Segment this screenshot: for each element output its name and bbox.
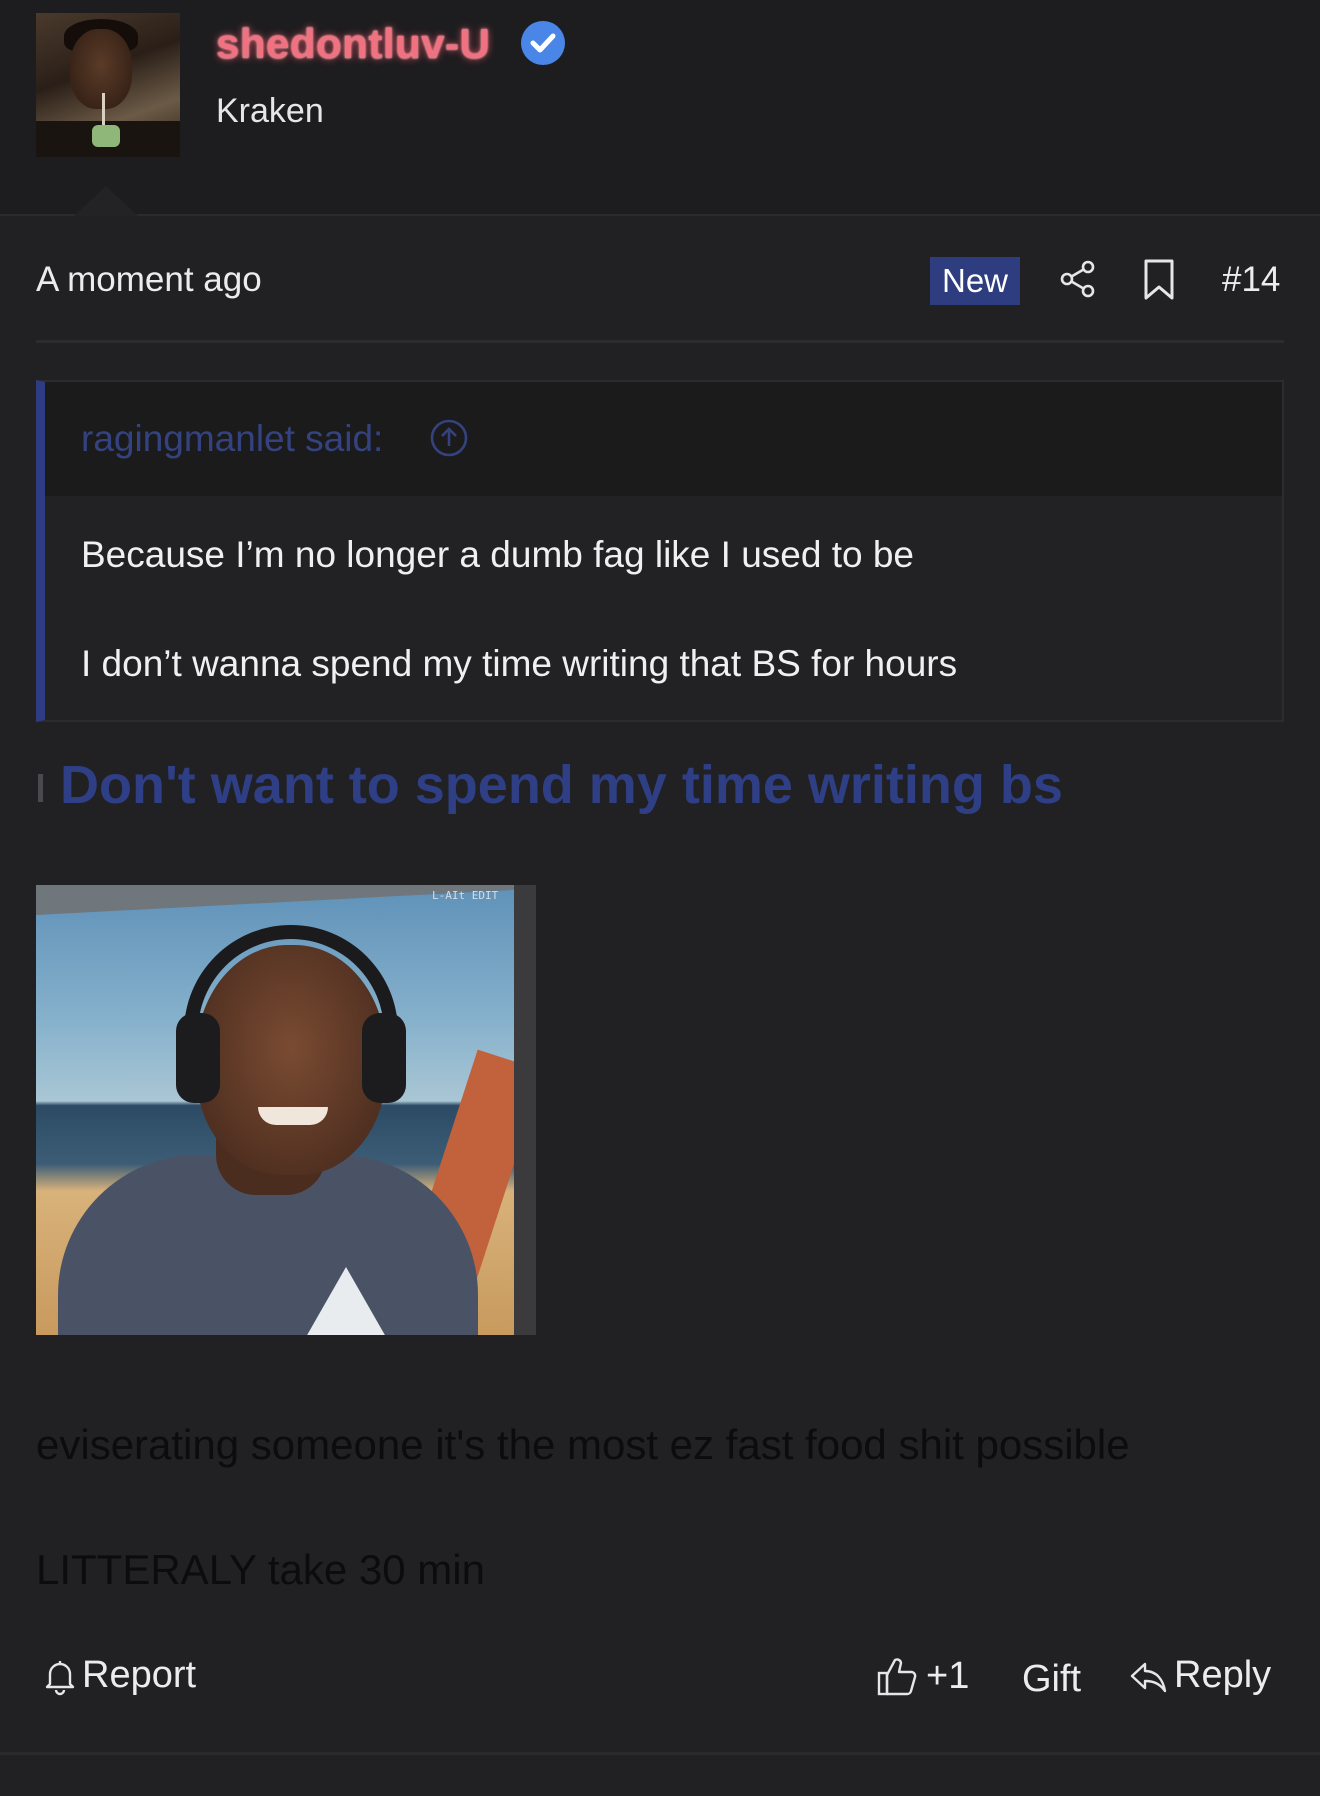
gif-post	[514, 885, 536, 1335]
reaction-gif-image[interactable]: L-AIt EDIT	[36, 885, 536, 1335]
verified-badge-icon	[521, 21, 565, 65]
gif-headphone-right	[362, 1013, 406, 1103]
gift-button[interactable]: Gift	[1022, 1654, 1081, 1704]
reply-label: Reply	[1174, 1654, 1272, 1696]
report-label: Report	[82, 1654, 197, 1696]
post-headline: Don't want to spend my time writing bs	[60, 755, 1063, 815]
reply-arrow-icon	[1130, 1662, 1167, 1692]
gif-smile	[258, 1107, 328, 1125]
post-actions: +1 Gift Reply	[872, 1654, 1292, 1704]
post-number-link[interactable]: #14	[1222, 260, 1280, 300]
user-header: shedontluv-U Kraken	[0, 0, 1320, 216]
bookmark-icon[interactable]	[1142, 258, 1176, 302]
quote-header: ragingmanlet said:	[45, 382, 1282, 496]
reply-button[interactable]: Reply	[1128, 1654, 1271, 1697]
bell-icon	[45, 1660, 75, 1695]
arrow-up-circle-icon[interactable]	[429, 418, 469, 458]
like-button[interactable]: +1	[876, 1654, 969, 1698]
gif-hoodie-logo	[306, 1267, 386, 1335]
username-link[interactable]: shedontluv-U	[216, 20, 490, 68]
avatar[interactable]	[36, 13, 180, 157]
post-timestamp[interactable]: A moment ago	[36, 260, 262, 300]
thumbs-up-icon	[877, 1658, 917, 1696]
quote-author-link[interactable]: ragingmanlet said:	[81, 418, 383, 460]
post-text-line: eviserating someone it's the most ez fas…	[36, 1421, 1130, 1468]
post-text-line: LITTERALY take 30 min	[36, 1546, 485, 1593]
share-icon[interactable]	[1058, 259, 1098, 299]
like-count: +1	[926, 1654, 970, 1697]
gif-watermark: L-AIt EDIT	[432, 889, 499, 902]
divider	[36, 340, 1284, 343]
post-body: A moment ago New #14 ragingmanlet said:	[0, 216, 1320, 1796]
user-block-pointer	[74, 186, 138, 216]
user-title: Kraken	[216, 92, 324, 130]
avatar-straw	[102, 93, 105, 129]
quote-block: ragingmanlet said: Because I’m no longer…	[36, 380, 1284, 722]
divider	[0, 1752, 1320, 1755]
forum-post-page: shedontluv-U Kraken A moment ago New #14…	[0, 0, 1320, 1796]
gif-headphone-left	[176, 1013, 220, 1103]
avatar-cup	[92, 125, 120, 147]
cursor-bar	[38, 774, 43, 802]
new-badge: New	[930, 257, 1020, 305]
avatar-face	[70, 29, 132, 109]
report-button[interactable]: Report	[42, 1654, 196, 1697]
quote-line: I don’t wanna spend my time writing that…	[81, 643, 958, 684]
quote-line: Because I’m no longer a dumb fag like I …	[81, 534, 915, 575]
